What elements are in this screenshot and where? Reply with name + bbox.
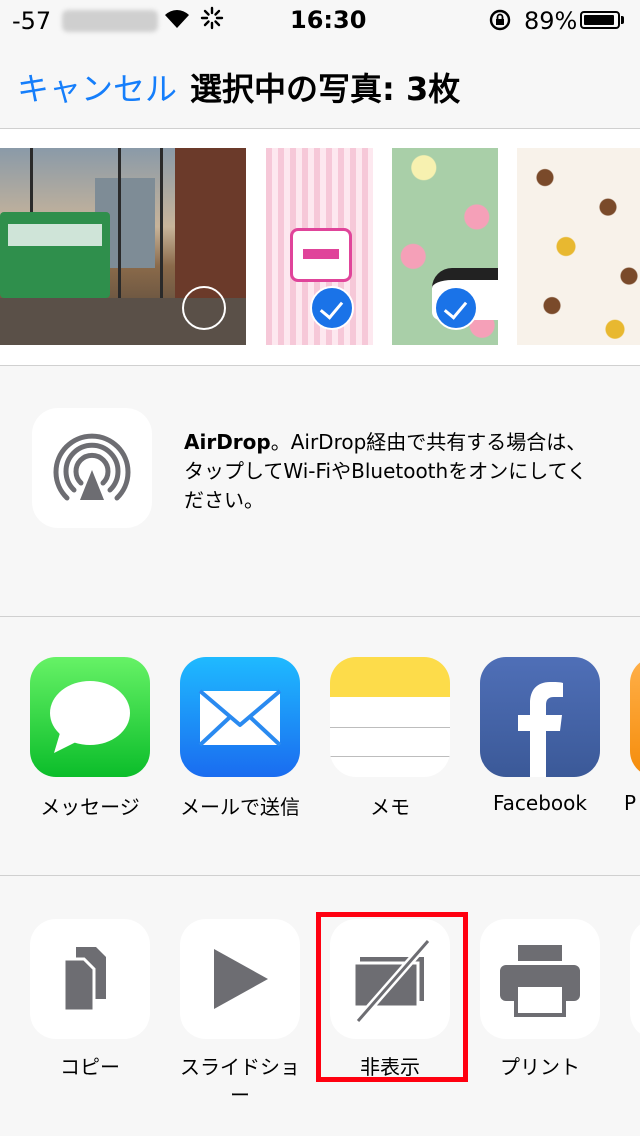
action-label: スライドショー <box>180 1055 300 1107</box>
photo-thumbnail-bear-pattern[interactable] <box>517 148 640 345</box>
slideshow-icon[interactable] <box>180 919 300 1039</box>
status-time: 16:30 <box>290 6 367 34</box>
status-bar: -57 16:30 89% <box>0 0 640 40</box>
battery-percent: 89% <box>524 7 578 35</box>
carrier-name-blurred <box>62 10 158 32</box>
airdrop-section: AirDrop。AirDrop経由で共有する場合は、タップしてWi-FiやBlu… <box>0 366 640 617</box>
highlight-box <box>316 912 468 1082</box>
photo-thumbnail-floral-cat[interactable] <box>392 148 498 345</box>
share-sheet-header: キャンセル 選択中の写真: 3枚 <box>0 40 640 129</box>
facebook-icon[interactable] <box>480 657 600 777</box>
wifi-icon <box>163 6 191 36</box>
partial-action-icon[interactable] <box>630 919 640 1039</box>
share-app-label: P <box>623 791 637 815</box>
notes-icon[interactable] <box>330 657 450 777</box>
action-label: プリント <box>500 1055 580 1079</box>
action-label: コピー <box>60 1055 120 1079</box>
photo-thumbnail-tram[interactable] <box>0 148 246 345</box>
photo-unselected-indicator[interactable] <box>182 286 226 330</box>
page-title: 選択中の写真: 3枚 <box>190 70 461 108</box>
airdrop-title: AirDrop <box>184 430 271 454</box>
photo-selected-checkmark-icon[interactable] <box>434 286 478 330</box>
share-apps-row: メッセージ メールで送信 メモ Facebook P <box>0 617 640 876</box>
airdrop-icon[interactable] <box>32 408 152 528</box>
rotation-lock-icon <box>488 8 512 38</box>
messages-icon[interactable] <box>30 657 150 777</box>
cancel-button[interactable]: キャンセル <box>17 64 177 110</box>
photo-strip[interactable] <box>0 129 640 366</box>
signal-strength: -57 <box>12 7 52 35</box>
mail-icon[interactable] <box>180 657 300 777</box>
photo-thumbnail-pink[interactable] <box>266 148 373 345</box>
partial-app-icon[interactable] <box>630 657 640 777</box>
activity-spinner-icon <box>200 6 224 36</box>
copy-icon[interactable] <box>30 919 150 1039</box>
battery-icon <box>580 11 624 29</box>
airdrop-description: AirDrop。AirDrop経由で共有する場合は、タップしてWi-FiやBlu… <box>184 428 604 515</box>
print-icon[interactable] <box>480 919 600 1039</box>
photo-selected-checkmark-icon[interactable] <box>310 286 354 330</box>
